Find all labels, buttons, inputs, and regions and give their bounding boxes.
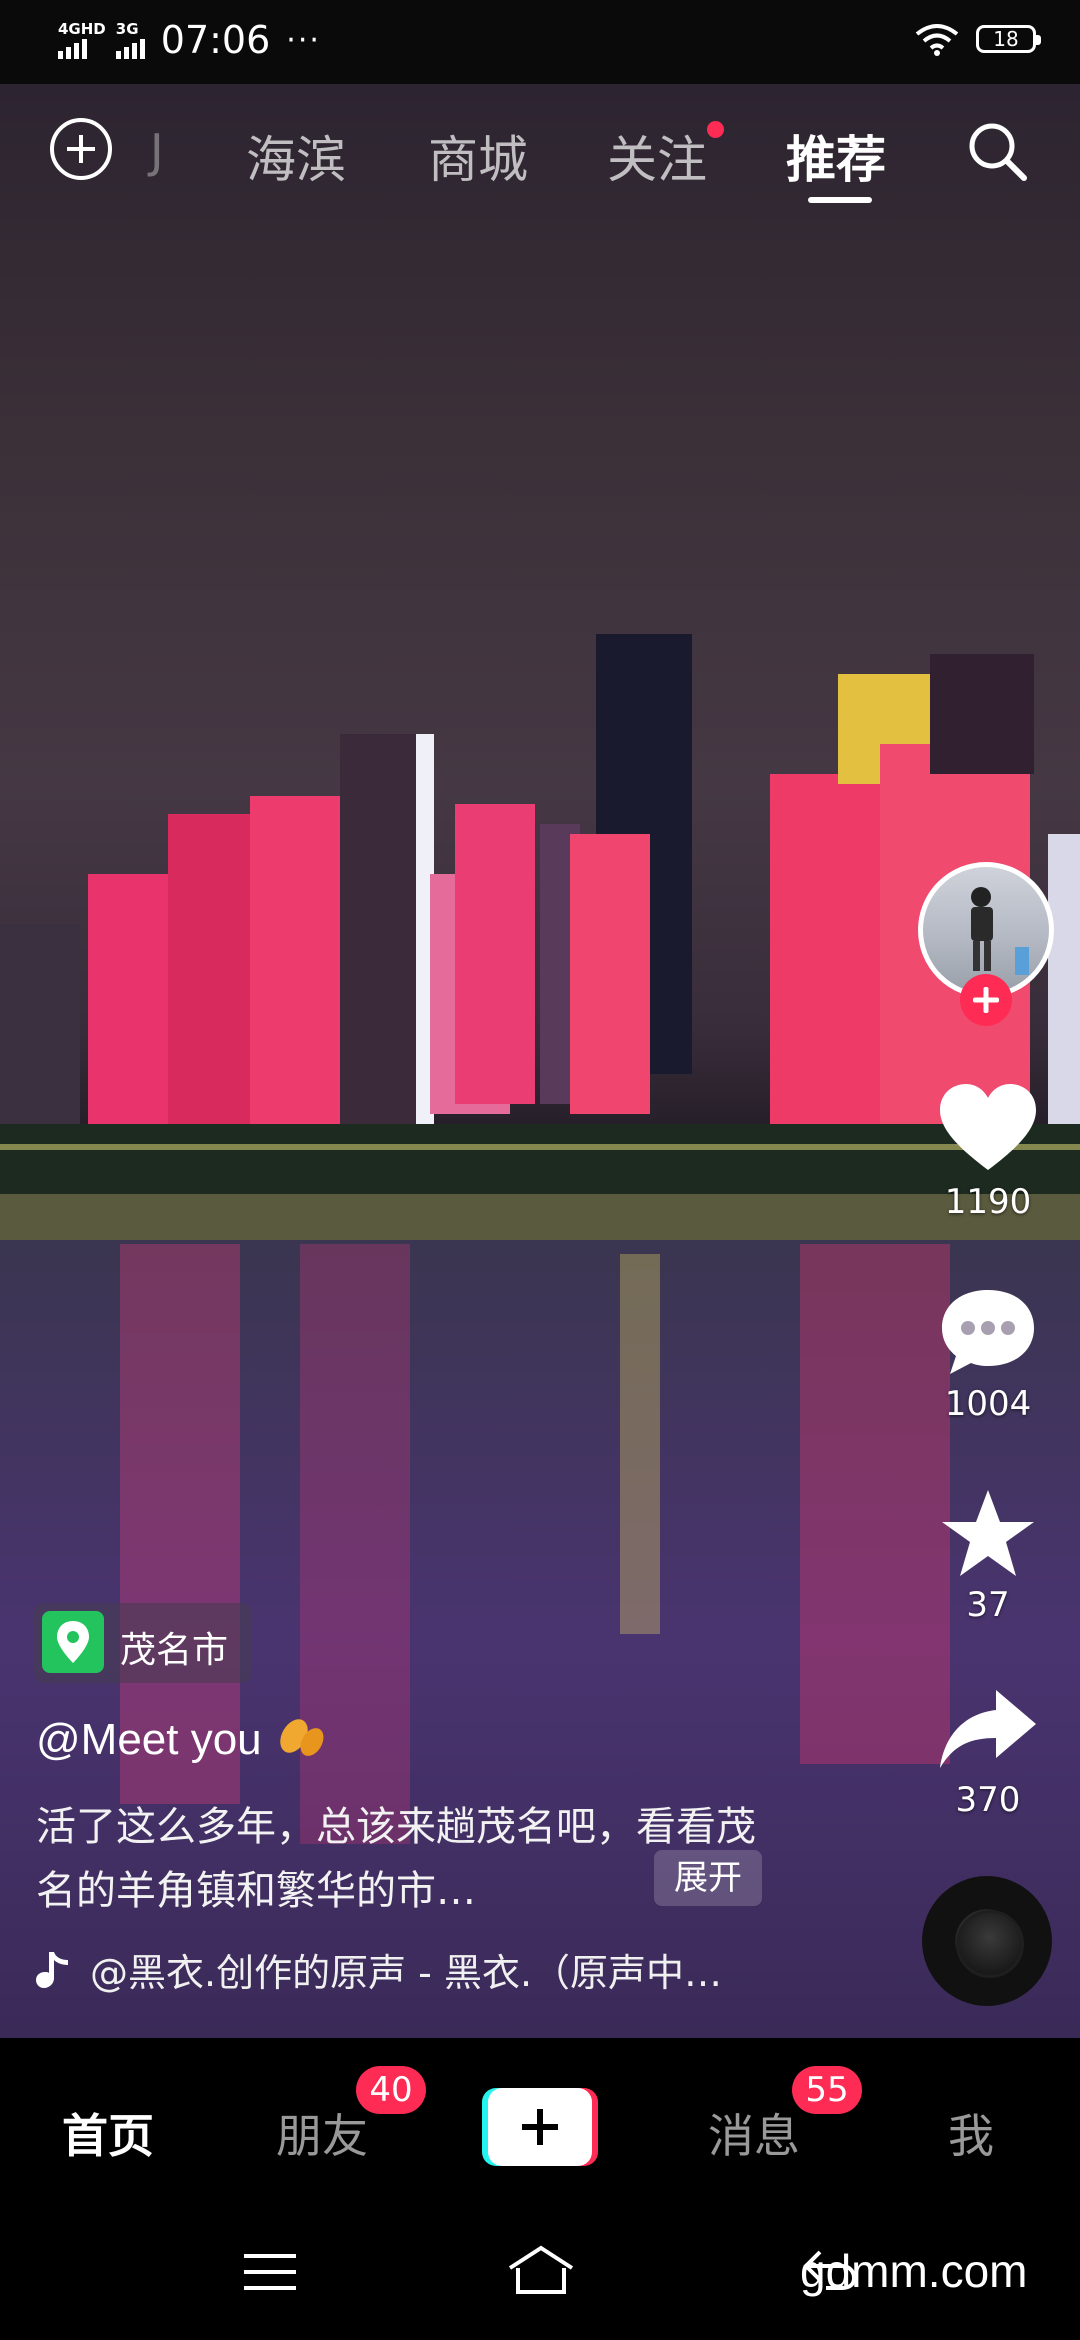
bottom-nav: 首页 朋友 40 消息 55 我 — [0, 2038, 1080, 2210]
tab-haibin[interactable]: 海滨 — [246, 120, 346, 192]
search-icon[interactable] — [964, 118, 1030, 184]
nav-friends[interactable]: 朋友 — [276, 2100, 368, 2166]
heart-icon[interactable] — [936, 1080, 1040, 1176]
friends-badge: 40 — [356, 2066, 426, 2114]
create-button[interactable] — [482, 2088, 598, 2166]
comment-icon[interactable] — [936, 1284, 1040, 1380]
tab-mall[interactable]: 商城 — [428, 120, 528, 192]
notification-dot — [707, 121, 724, 138]
battery-icon: 18 — [976, 25, 1041, 53]
wifi-icon — [915, 24, 959, 56]
location-chip[interactable]: 茂名市 — [34, 1603, 252, 1683]
messages-badge: 55 — [792, 2066, 862, 2114]
tab-recommend[interactable]: 推荐 — [786, 120, 886, 192]
music-disc[interactable] — [922, 1876, 1052, 2006]
signal-3g-icon: 3G — [115, 21, 145, 59]
status-bar: 4GHD 3G 07:06 ··· 18 — [0, 0, 1080, 84]
home-icon[interactable] — [506, 2244, 576, 2296]
nav-me[interactable]: 我 — [948, 2100, 994, 2166]
share-count: 370 — [955, 1780, 1021, 1820]
tab-partial[interactable]: J — [150, 124, 164, 178]
location-pin-icon — [42, 1611, 104, 1673]
music-row[interactable]: @黑衣.创作的原声 - 黑衣.（原声中… — [36, 1942, 722, 1997]
music-title: @黑衣.创作的原声 - 黑衣.（原声中… — [90, 1951, 723, 1995]
top-nav: J 海滨 商城 关注 推荐 — [0, 84, 1080, 214]
expand-button[interactable]: 展开 — [654, 1850, 762, 1906]
signal-4g-icon: 4GHD — [58, 21, 106, 59]
nav-messages[interactable]: 消息 — [708, 2100, 800, 2166]
battery-level: 18 — [993, 27, 1019, 51]
author-handle[interactable]: @Meet you — [36, 1714, 328, 1765]
mango-emoji-icon — [280, 1719, 324, 1756]
location-name: 茂名市 — [120, 1630, 229, 1671]
active-tab-indicator — [808, 197, 872, 203]
status-more-dots: ··· — [286, 22, 321, 58]
favorite-count: 37 — [966, 1585, 1010, 1625]
tab-following[interactable]: 关注 — [607, 120, 707, 192]
share-icon[interactable] — [936, 1684, 1040, 1780]
follow-button[interactable] — [960, 974, 1012, 1026]
status-time: 07:06 — [160, 18, 271, 62]
plus-icon — [488, 2088, 592, 2166]
star-icon[interactable] — [936, 1486, 1040, 1582]
music-note-icon — [36, 1951, 68, 1988]
like-count: 1190 — [944, 1182, 1032, 1222]
menu-icon[interactable] — [244, 2250, 296, 2294]
nav-home[interactable]: 首页 — [62, 2100, 154, 2166]
watermark: gdmm.com — [800, 2245, 1028, 2297]
comment-count: 1004 — [944, 1384, 1032, 1424]
add-circle-icon[interactable] — [50, 118, 112, 180]
